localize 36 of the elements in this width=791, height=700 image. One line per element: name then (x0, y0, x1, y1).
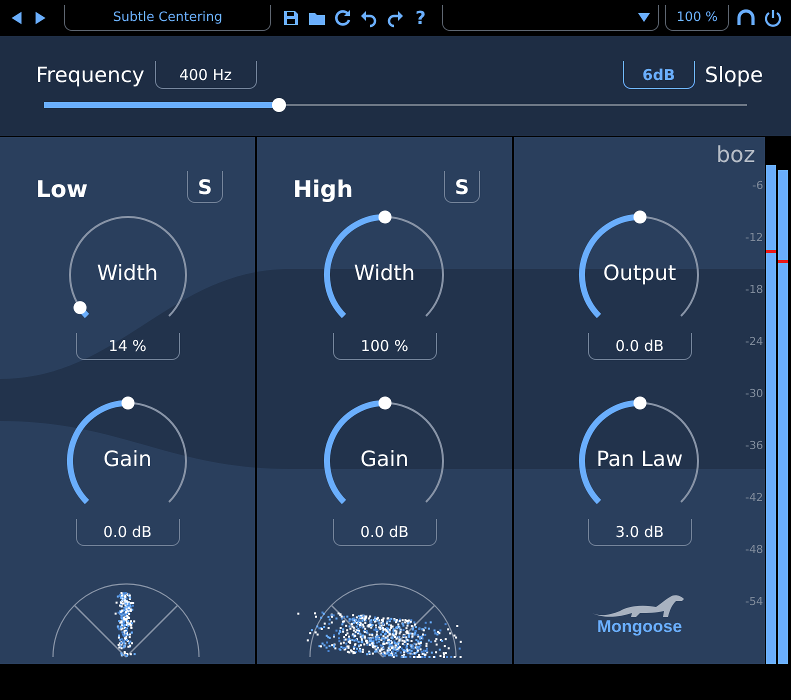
logo: boz (716, 143, 756, 168)
value-field[interactable]: 14 % (76, 333, 180, 360)
redo-icon[interactable] (385, 8, 406, 28)
slope-label: Slope (704, 63, 763, 87)
frequency-field[interactable]: 400 Hz (154, 61, 256, 89)
power-icon[interactable] (763, 8, 783, 28)
scale-label: -24 (745, 335, 764, 350)
help-button[interactable]: ? (411, 8, 430, 28)
zoom-field[interactable]: 100 % (665, 5, 729, 31)
knob-label: Width (96, 261, 158, 285)
value-field[interactable]: 3.0 dB (588, 519, 692, 546)
scale-label: -30 (745, 387, 764, 402)
slider-thumb[interactable] (272, 98, 286, 112)
solo-button[interactable]: S (187, 171, 223, 203)
dropdown[interactable] (442, 5, 660, 31)
value-field[interactable]: 100 % (332, 333, 436, 360)
scale-label: -12 (745, 231, 764, 246)
frequency-label: Frequency (36, 63, 144, 87)
preset-name-field[interactable]: Subtle Centering (64, 5, 272, 31)
brand-name: Mongoose (597, 617, 682, 637)
scale-label: -42 (745, 491, 764, 506)
value-field[interactable]: 0.0 dB (332, 519, 436, 546)
scale-label: -18 (745, 283, 764, 298)
scale-label: -36 (745, 439, 764, 454)
scale-label: -6 (752, 179, 764, 194)
value-field[interactable]: 0.0 dB (588, 333, 692, 360)
caret-icon (638, 13, 650, 22)
value-field[interactable]: 0.0 dB (76, 519, 180, 546)
slope-button[interactable]: 6dB (622, 61, 695, 89)
headphones-icon[interactable] (735, 8, 757, 28)
frequency-slider[interactable] (44, 98, 747, 112)
band-title: High (293, 177, 353, 203)
band-title: Low (36, 177, 88, 203)
scale-label: -48 (745, 543, 764, 558)
solo-button[interactable]: S (444, 171, 480, 203)
scale-label: -54 (745, 595, 764, 610)
